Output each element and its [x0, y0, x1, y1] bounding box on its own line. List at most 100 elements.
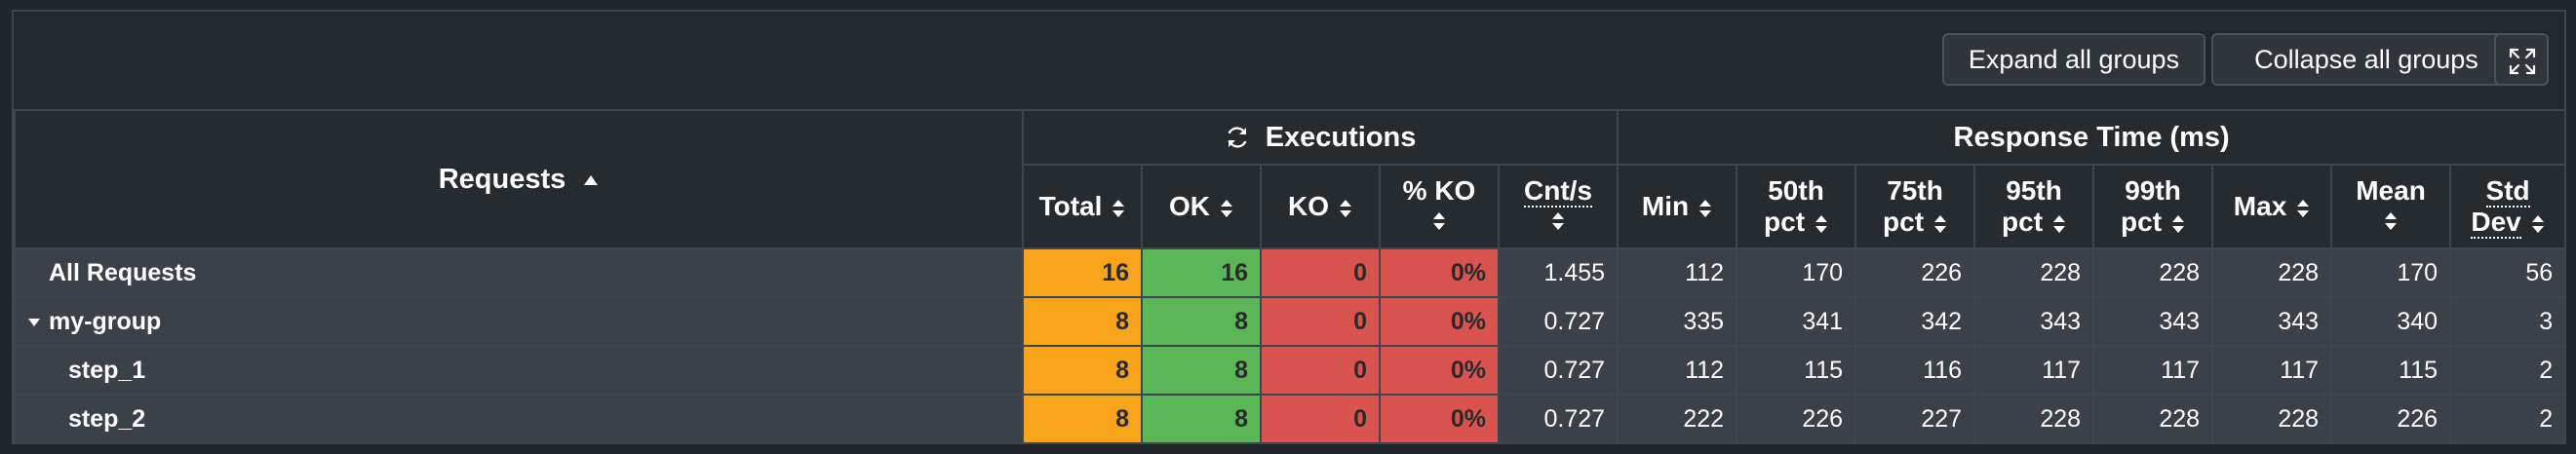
- cell-75th-pct: 227: [1854, 394, 1976, 444]
- col-ok[interactable]: OK: [1141, 164, 1262, 249]
- requests-header[interactable]: Requests: [14, 109, 1024, 249]
- sort-ascending-icon: [584, 174, 599, 185]
- col-max-label: Max: [2233, 191, 2287, 221]
- statistics-table: Requests Executions Response Time (ms) T…: [14, 109, 2567, 444]
- col-std-label: Std: [2485, 175, 2530, 208]
- cell-ok: 8: [1141, 345, 1262, 396]
- col-total[interactable]: Total: [1022, 164, 1143, 249]
- col-min[interactable]: Min: [1617, 164, 1738, 249]
- cell-50th-pct: 341: [1736, 296, 1857, 347]
- fullscreen-button[interactable]: [2494, 33, 2549, 86]
- requests-header-label: Requests: [438, 163, 566, 195]
- col-pct-label: pct: [1883, 207, 1925, 237]
- col-pct-label: pct: [2121, 207, 2163, 237]
- col-ko[interactable]: KO: [1260, 164, 1381, 249]
- executions-header: Executions: [1021, 109, 1620, 166]
- sort-icon: [1552, 212, 1565, 230]
- collapse-all-groups-button[interactable]: Collapse all groups: [2211, 33, 2521, 86]
- sort-icon: [1433, 212, 1445, 230]
- cell-99th-pct: 343: [2092, 296, 2214, 347]
- col-percent-ko-label: % KO: [1402, 175, 1476, 206]
- cell-max: 117: [2211, 345, 2333, 396]
- cell-min: 112: [1617, 345, 1738, 396]
- cell-75th-pct: 342: [1854, 296, 1976, 347]
- col-95th-label: 95th: [2006, 175, 2062, 206]
- cell-75th-pct: 226: [1854, 247, 1976, 298]
- cell-95th-pct: 343: [1973, 296, 2095, 347]
- col-mean[interactable]: Mean: [2330, 164, 2452, 249]
- sort-icon: [2531, 214, 2544, 233]
- cell-mean: 115: [2330, 345, 2452, 396]
- cell-percent-ko: 0%: [1379, 247, 1500, 298]
- sort-icon: [2385, 212, 2398, 230]
- cell-75th-pct: 116: [1854, 345, 1976, 396]
- col-cnt-per-sec[interactable]: Cnt/s: [1497, 164, 1620, 249]
- col-99th-pct[interactable]: 99th pct: [2092, 164, 2214, 249]
- sort-icon: [1934, 214, 1947, 233]
- group-label: my-group: [49, 307, 162, 335]
- cell-cnt-per-sec: 0.727: [1497, 296, 1620, 347]
- cell-ok: 16: [1141, 247, 1262, 298]
- cell-mean: 170: [2330, 247, 2452, 298]
- cell-max: 343: [2211, 296, 2333, 347]
- cell-ko: 0: [1260, 296, 1381, 347]
- cell-total: 16: [1022, 247, 1143, 298]
- cell-min: 112: [1617, 247, 1738, 298]
- sort-icon: [1340, 199, 1351, 217]
- col-pct-label: pct: [2002, 207, 2044, 237]
- request-group-name[interactable]: my-group: [14, 296, 1024, 347]
- table-row: step_1 8 8 0 0% 0.727 112 115 116 117 11…: [14, 345, 2567, 396]
- col-pct-label: pct: [1764, 207, 1806, 237]
- col-total-label: Total: [1038, 191, 1103, 221]
- col-75th-pct[interactable]: 75th pct: [1854, 164, 1976, 249]
- toolbar: Expand all groups Collapse all groups: [14, 12, 2564, 109]
- request-name: step_2: [14, 394, 1024, 444]
- sort-icon: [2053, 214, 2066, 233]
- col-max[interactable]: Max: [2211, 164, 2333, 249]
- refresh-icon: [1228, 127, 1246, 149]
- cell-cnt-per-sec: 0.727: [1497, 345, 1620, 396]
- cell-99th-pct: 228: [2092, 247, 2214, 298]
- cell-percent-ko: 0%: [1379, 345, 1500, 396]
- stats-panel: Expand all groups Collapse all groups Re…: [12, 10, 2567, 444]
- cell-max: 228: [2211, 247, 2333, 298]
- col-99th-label: 99th: [2125, 175, 2181, 206]
- col-cnt-per-sec-label: Cnt/s: [1524, 175, 1593, 208]
- cell-mean: 340: [2330, 296, 2452, 347]
- col-std-dev[interactable]: Std Dev: [2449, 164, 2567, 249]
- col-dev-label: Dev: [2471, 207, 2521, 239]
- cell-ko: 0: [1260, 247, 1381, 298]
- col-50th-label: 50th: [1768, 175, 1824, 206]
- cell-50th-pct: 226: [1736, 394, 1857, 444]
- sort-icon: [2297, 199, 2310, 217]
- sort-icon: [1112, 199, 1125, 217]
- table-row: All Requests 16 16 0 0% 1.455 112 170 22…: [14, 247, 2567, 298]
- sort-icon: [1699, 199, 1712, 217]
- col-95th-pct[interactable]: 95th pct: [1973, 164, 2095, 249]
- cell-ko: 0: [1260, 394, 1381, 444]
- cell-min: 222: [1617, 394, 1738, 444]
- col-ko-label: KO: [1288, 191, 1329, 221]
- cell-min: 335: [1617, 296, 1738, 347]
- sort-icon: [1221, 199, 1232, 217]
- cell-mean: 226: [2330, 394, 2452, 444]
- expand-arrows-icon: [2509, 48, 2536, 75]
- cell-total: 8: [1022, 345, 1143, 396]
- executions-header-label: Executions: [1265, 121, 1417, 153]
- sort-icon: [1815, 214, 1828, 233]
- cell-ok: 8: [1141, 296, 1262, 347]
- table-row: my-group 8 8 0 0% 0.727 335 341 342 343 …: [14, 296, 2567, 347]
- cell-percent-ko: 0%: [1379, 394, 1500, 444]
- col-percent-ko[interactable]: % KO: [1379, 164, 1500, 249]
- request-name: step_1: [14, 345, 1024, 396]
- cell-std-dev: 2: [2449, 394, 2567, 444]
- col-75th-label: 75th: [1887, 175, 1943, 206]
- expand-all-groups-button[interactable]: Expand all groups: [1942, 33, 2205, 86]
- cell-95th-pct: 228: [1973, 394, 2095, 444]
- cell-max: 228: [2211, 394, 2333, 444]
- cell-50th-pct: 170: [1736, 247, 1857, 298]
- col-50th-pct[interactable]: 50th pct: [1736, 164, 1857, 249]
- cell-99th-pct: 117: [2092, 345, 2214, 396]
- caret-down-icon[interactable]: [27, 318, 41, 327]
- cell-total: 8: [1022, 394, 1143, 444]
